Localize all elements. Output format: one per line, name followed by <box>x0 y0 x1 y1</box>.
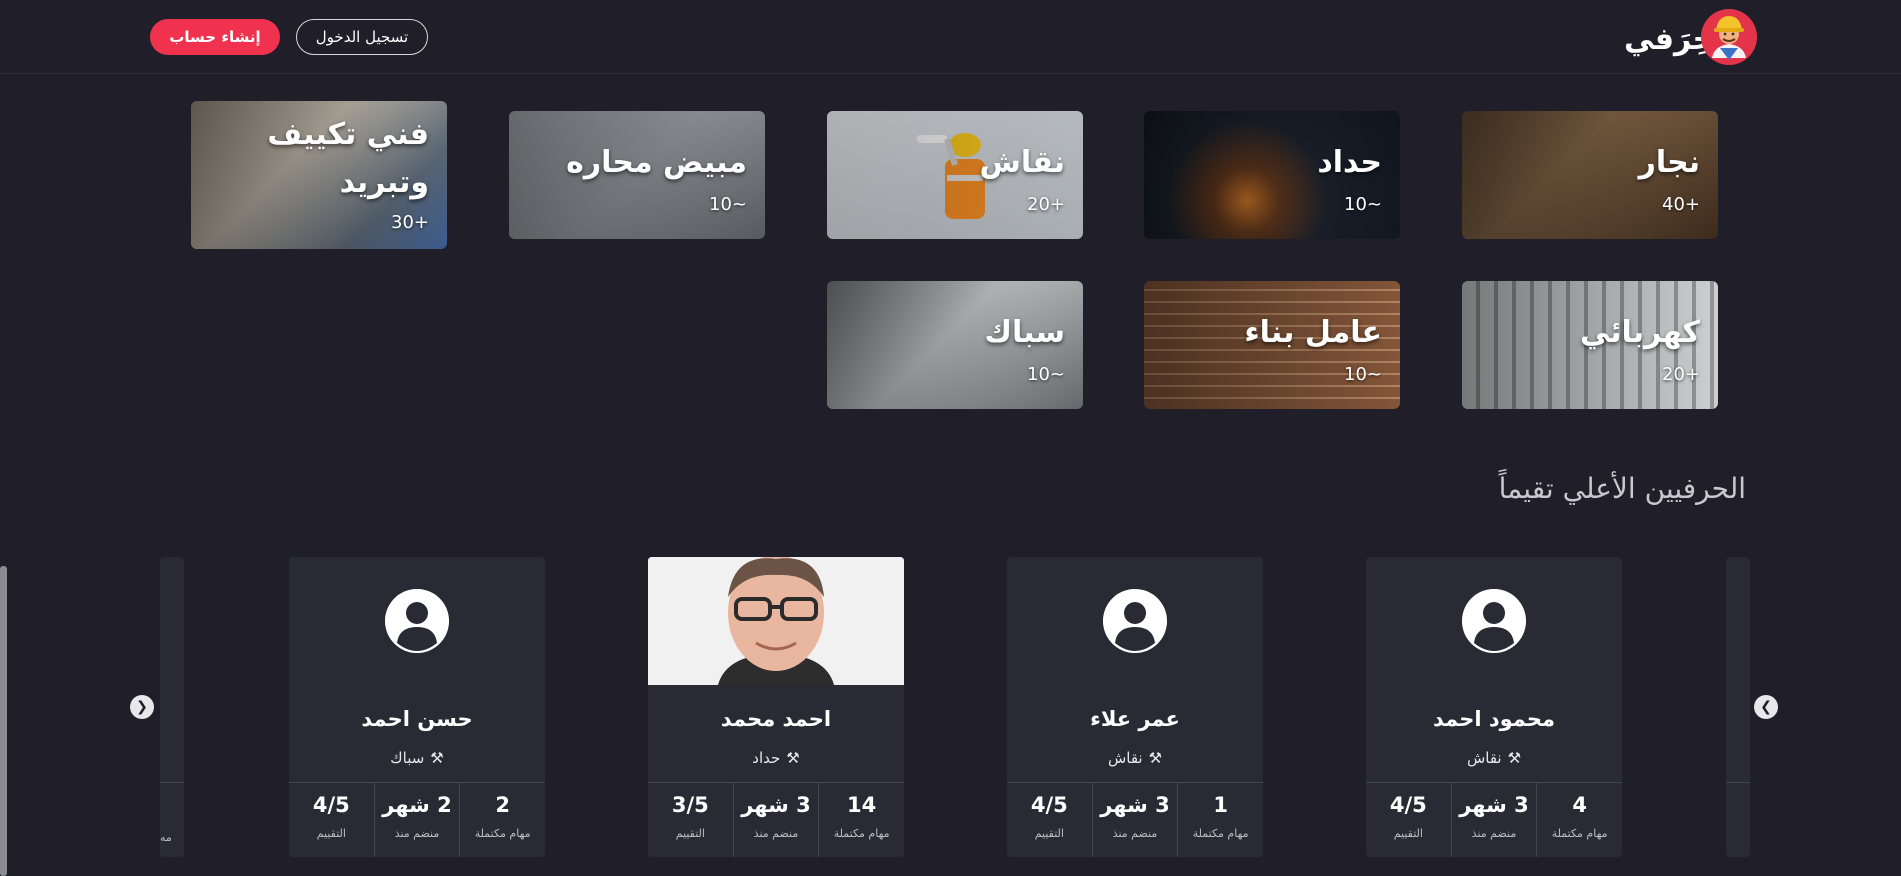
craft-card-plasterer[interactable]: مبيض محاره 10~ <box>509 111 765 239</box>
worker-photo-portrait <box>648 557 904 685</box>
craft-card-carpenter[interactable]: نجار 40+ <box>1462 111 1718 239</box>
craft-count: 20+ <box>1662 364 1700 385</box>
worker-craft: ⚒ نقاش <box>1466 749 1522 767</box>
stat-label-partial: مه <box>160 831 172 844</box>
worker-stats: 14 مهام مكتملة 3 شهر منضم منذ 3/5 التقيي… <box>648 782 904 857</box>
craft-count: 10~ <box>1344 194 1382 215</box>
worker-name: عمر علاء <box>1090 707 1180 731</box>
worker-craft: ⚒ نقاش <box>1107 749 1163 767</box>
stat-rating: 3/5 التقييم <box>671 793 709 840</box>
worker-card[interactable]: عمر علاء ⚒ نقاش 1 مهام مكتملة 3 شهر منضم… <box>1007 557 1263 857</box>
worker-stats: 4 مهام مكتملة 3 شهر منضم منذ 4/5 التقييم <box>1366 782 1622 857</box>
tools-icon: ⚒ <box>430 749 444 767</box>
worker-name: احمد محمد <box>720 707 832 731</box>
craft-count: 10~ <box>709 194 747 215</box>
stat-completed: 4 مهام مكتملة <box>1536 783 1622 857</box>
worker-card-partial-right[interactable] <box>1726 557 1750 857</box>
stat-rating: 4/5 التقييم <box>1030 793 1068 840</box>
craft-count: 30+ <box>391 212 429 233</box>
craft-card-ac-technician[interactable]: فني تكييف وتبريد 30+ <box>191 101 447 249</box>
craft-count: 40+ <box>1662 194 1700 215</box>
stat-since: 3 شهر منضم منذ <box>732 783 819 857</box>
chevron-right-icon: ❯ <box>1760 699 1772 715</box>
stat-completed: 1 مهام مكتملة <box>1177 783 1263 857</box>
chevron-left-icon: ❮ <box>136 699 148 715</box>
stat-rating: 4/5 التقييم <box>312 793 350 840</box>
user-avatar-icon <box>1462 589 1526 653</box>
tools-icon: ⚒ <box>786 749 800 767</box>
craft-name: كهربائي <box>1579 315 1700 350</box>
stat-rating: 4/5 التقييم <box>1389 793 1427 840</box>
user-avatar-icon <box>1103 589 1167 653</box>
craft-name: مبيض محاره <box>566 145 747 180</box>
worker-logo-icon <box>1701 9 1757 65</box>
worker-card-partial-left[interactable]: مه <box>160 557 184 857</box>
stat-since: 3 شهر منضم منذ <box>1091 783 1178 857</box>
stat-since: 2 شهر منضم منذ <box>373 783 460 857</box>
stat-completed: 2 مهام مكتملة <box>459 783 545 857</box>
craft-count: 20+ <box>1027 194 1065 215</box>
tools-icon: ⚒ <box>1507 749 1522 767</box>
craft-card-builder[interactable]: عامل بناء 10~ <box>1144 281 1400 409</box>
stat-since: 3 شهر منضم منذ <box>1450 783 1537 857</box>
worker-card[interactable]: احمد محمد ⚒ حداد 14 مهام مكتملة 3 شهر من… <box>648 557 904 857</box>
carousel-next-button[interactable]: ❯ <box>1754 695 1778 719</box>
login-button[interactable]: تسجيل الدخول <box>296 19 428 55</box>
craft-name: حداد <box>1317 145 1382 180</box>
tools-icon: ⚒ <box>1148 749 1163 767</box>
worker-photo <box>648 557 904 685</box>
craft-count: 10~ <box>1344 364 1382 385</box>
worker-card[interactable]: حسن احمد ⚒ سباك 2 مهام مكتملة 2 شهر منضم… <box>289 557 545 857</box>
worker-craft: ⚒ حداد <box>752 749 800 767</box>
craft-count: 10~ <box>1027 364 1065 385</box>
worker-name: محمود احمد <box>1432 707 1555 731</box>
top-rated-section-title: الحرفيين الأعلي تقيماً <box>1498 472 1746 505</box>
craft-card-plumber[interactable]: سباك 10~ <box>827 281 1083 409</box>
top-navbar: حِرَفي تسجيل الدخول إنشاء حساب <box>0 0 1901 74</box>
craft-card-electrician[interactable]: كهربائي 20+ <box>1462 281 1718 409</box>
craft-name: نجار <box>1638 145 1700 180</box>
vertical-scrollbar[interactable] <box>0 566 7 876</box>
stat-completed: 14 مهام مكتملة <box>818 783 904 857</box>
craft-card-blacksmith[interactable]: حداد 10~ <box>1144 111 1400 239</box>
craft-name: عامل بناء <box>1244 315 1382 350</box>
user-avatar-icon <box>385 589 449 653</box>
brand[interactable]: حِرَفي <box>1622 6 1758 70</box>
carousel-prev-button[interactable]: ❮ <box>130 695 154 719</box>
craft-name: فني تكييف وتبريد <box>267 117 429 200</box>
craft-name: نقاش <box>979 145 1065 180</box>
craft-name: سباك <box>984 315 1065 350</box>
craft-card-painter[interactable]: نقاش 20+ <box>827 111 1083 239</box>
signup-button[interactable]: إنشاء حساب <box>150 19 280 55</box>
worker-stats: 2 مهام مكتملة 2 شهر منضم منذ 4/5 التقييم <box>289 782 545 857</box>
worker-stats: 1 مهام مكتملة 3 شهر منضم منذ 4/5 التقييم <box>1007 782 1263 857</box>
worker-card[interactable]: محمود احمد ⚒ نقاش 4 مهام مكتملة 3 شهر من… <box>1366 557 1622 857</box>
worker-name: حسن احمد <box>361 707 473 731</box>
worker-craft: ⚒ سباك <box>390 749 444 767</box>
